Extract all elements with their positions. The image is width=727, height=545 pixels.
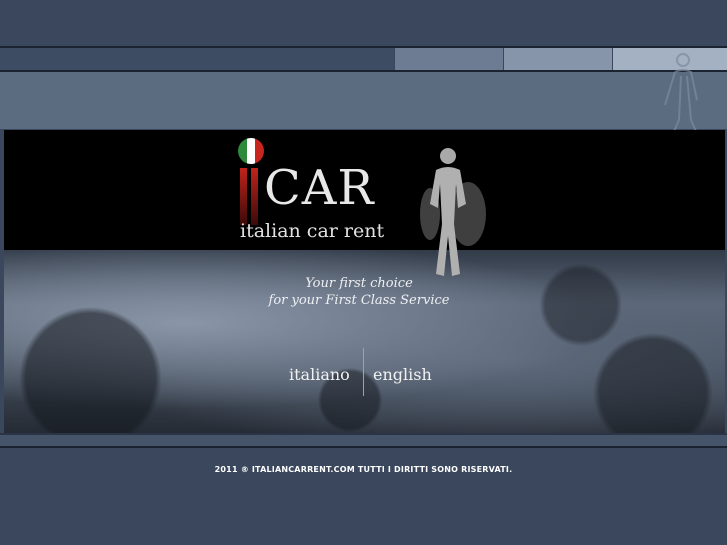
header-strip-3 [504, 48, 612, 70]
header-strip-2 [395, 48, 503, 70]
logo-i-stem-left [240, 168, 247, 225]
tagline: Your first choice for your First Class S… [244, 275, 474, 309]
human-figure-icon [420, 148, 486, 276]
header-strip-1 [0, 48, 394, 70]
logo-wordmark: CAR [264, 160, 375, 216]
italian-flag-icon [238, 138, 264, 164]
logo-i-stem-right [251, 168, 258, 225]
language-link-english[interactable]: english [373, 365, 432, 384]
logo-subtitle: italian car rent [240, 220, 385, 242]
ghost-figure-icon [664, 53, 700, 139]
footer-divider-bottom [0, 446, 727, 448]
copyright-text: 2011 ® ITALIANCARRENT.COM TUTTI I DIRITT… [214, 465, 513, 474]
footer-band [0, 435, 727, 446]
language-link-italiano[interactable]: italiano [289, 365, 350, 384]
header-band [0, 72, 727, 129]
hero-banner: CAR italian car rent Your first choice f… [4, 130, 725, 433]
language-separator [363, 348, 364, 396]
tagline-line-2: for your First Class Service [268, 293, 450, 308]
tagline-line-1: Your first choice [305, 276, 413, 291]
